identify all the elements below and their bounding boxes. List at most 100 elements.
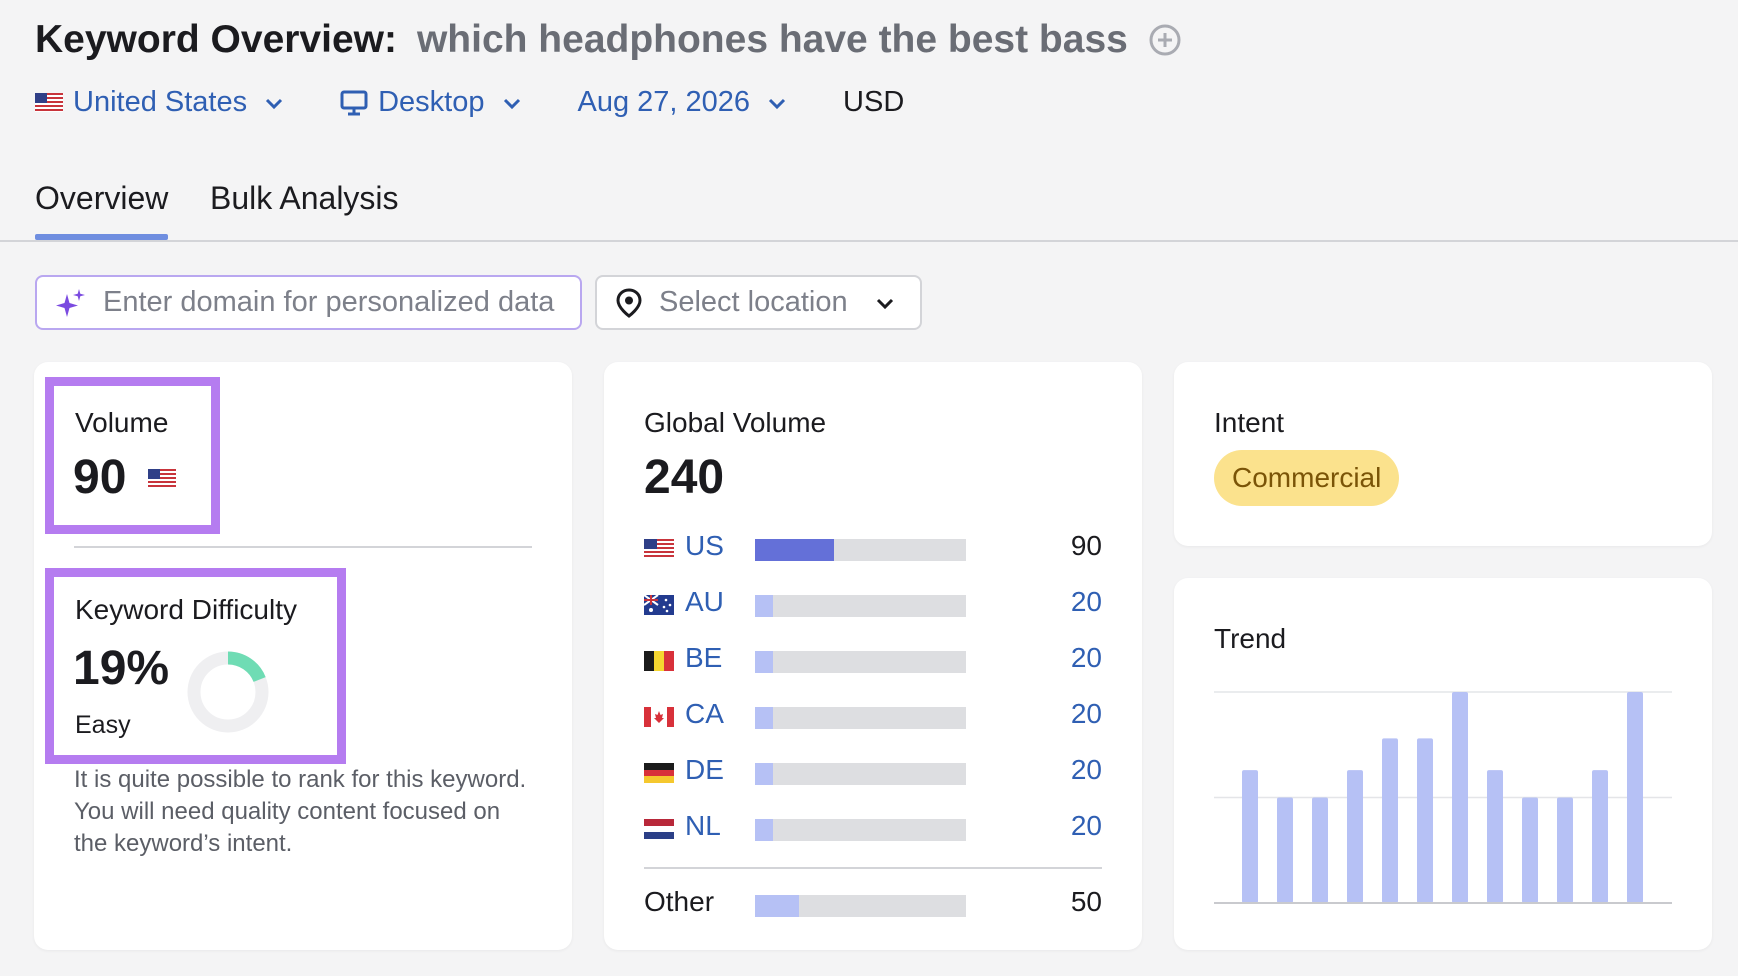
volume-bar (755, 595, 966, 617)
be-flag-icon (644, 651, 674, 671)
device-label: Desktop (378, 86, 485, 118)
trend-label: Trend (1214, 623, 1287, 654)
trend-bar[interactable] (1417, 738, 1433, 903)
chevron-down-icon (266, 98, 283, 109)
rows-divider (644, 867, 1102, 869)
country-code[interactable]: US (685, 530, 724, 562)
nl-flag-icon (644, 819, 674, 839)
date-dropdown[interactable]: Aug 27, 2026 (578, 86, 789, 119)
country-dropdown[interactable]: United States (35, 86, 285, 119)
other-label: Other (644, 886, 715, 917)
volume-bar-fill (755, 763, 773, 785)
other-volume: 50 (1070, 886, 1102, 917)
country-row-be: BE 20 (644, 642, 1102, 698)
volume-bar-fill (755, 707, 773, 729)
desktop-icon (340, 90, 368, 115)
volume-bar (755, 707, 966, 729)
chevron-down-icon (768, 98, 786, 109)
country-code[interactable]: CA (685, 698, 724, 730)
page-title: Keyword Overview: which headphones have … (35, 18, 1182, 62)
trend-bar[interactable] (1277, 797, 1293, 904)
other-volume-row: Other 50 (644, 886, 1102, 922)
volume-bar (755, 895, 966, 917)
country-row-au: AU 20 (644, 586, 1102, 642)
currency-label: USD (843, 86, 904, 119)
volume-value: 90 (73, 451, 127, 504)
country-code[interactable]: DE (685, 754, 724, 786)
tab-bar: Overview Bulk Analysis (0, 158, 1738, 242)
kd-label: Keyword Difficulty (75, 594, 298, 625)
trend-bar[interactable] (1347, 770, 1363, 903)
intent-label: Intent (1214, 407, 1285, 438)
tab-bulk-analysis[interactable]: Bulk Analysis (210, 180, 399, 217)
country-volume-link[interactable]: 20 (1071, 810, 1102, 842)
country-label: United States (73, 86, 248, 118)
global-volume-label: Global Volume (644, 407, 827, 438)
trend-bar[interactable] (1382, 738, 1398, 903)
volume-bar-fill (755, 595, 773, 617)
ca-flag-icon (644, 707, 674, 727)
volume-bar (755, 651, 966, 673)
country-row-ca: CA 20 (644, 698, 1102, 754)
trend-bar[interactable] (1557, 797, 1573, 904)
volume-bar-fill (755, 651, 773, 673)
intent-badge: Commercial (1214, 450, 1400, 506)
location-select[interactable]: Select location (595, 275, 922, 330)
country-volume-link[interactable]: 20 (1071, 698, 1102, 730)
country-code[interactable]: BE (685, 642, 722, 674)
location-pin-icon (613, 287, 645, 319)
country-volume-link[interactable]: 20 (1071, 586, 1102, 618)
global-volume-value: 240 (644, 451, 725, 504)
device-dropdown[interactable]: Desktop (340, 86, 522, 119)
volume-bar-fill (755, 539, 834, 561)
country-row-nl: NL 20 (644, 810, 1102, 866)
location-placeholder: Select location (659, 286, 848, 318)
trend-bar[interactable] (1627, 692, 1643, 903)
country-volume: 90 (1070, 530, 1102, 561)
filter-bar: United States Desktop Aug 27, 2026 USD (35, 86, 904, 119)
country-row-de: DE 20 (644, 754, 1102, 810)
trend-bar[interactable] (1312, 797, 1328, 904)
country-volume-link[interactable]: 20 (1071, 754, 1102, 786)
au-flag-icon (644, 595, 674, 615)
trend-bar[interactable] (1592, 770, 1608, 903)
country-code[interactable]: AU (685, 586, 724, 618)
currency-text: USD (843, 86, 905, 118)
volume-bar (755, 763, 966, 785)
chevron-down-icon (503, 98, 520, 109)
volume-bar-fill (755, 895, 799, 917)
volume-bar-fill (755, 819, 773, 841)
trend-bar[interactable] (1452, 692, 1468, 903)
volume-label: Volume (75, 407, 169, 438)
country-code[interactable]: NL (685, 810, 721, 842)
tab-overview[interactable]: Overview (35, 180, 169, 240)
page-title-label: Keyword Overview: (35, 18, 397, 61)
domain-input[interactable] (103, 286, 573, 319)
kd-level: Easy (75, 711, 131, 739)
us-flag-icon (148, 469, 176, 488)
trend-bar-chart (1214, 691, 1672, 904)
sparkle-icon (53, 286, 87, 320)
plus-circle-icon[interactable] (1148, 23, 1182, 57)
de-flag-icon (644, 763, 674, 783)
kd-donut-chart (187, 651, 269, 733)
country-volume-list: US 90 AU 20 BE 20 CA 20 DE 20 NL 20 (644, 530, 1102, 866)
trend-bar[interactable] (1242, 770, 1258, 903)
volume-highlight (45, 377, 220, 534)
trend-bar[interactable] (1487, 770, 1503, 903)
country-row-us: US 90 (644, 530, 1102, 586)
volume-bar (755, 819, 966, 841)
date-label: Aug 27, 2026 (577, 86, 751, 118)
domain-input-wrapper[interactable] (35, 275, 582, 330)
kd-donut-arc (227, 651, 266, 683)
chevron-down-icon (874, 292, 896, 314)
keyword-text: which headphones have the best bass (416, 18, 1128, 61)
us-flag-icon (644, 539, 674, 559)
volume-bar (755, 539, 966, 561)
us-flag-icon (35, 93, 63, 112)
kd-description: It is quite possible to rank for this ke… (74, 766, 527, 857)
card-divider (74, 546, 532, 548)
country-volume-link[interactable]: 20 (1071, 642, 1102, 674)
kd-value: 19% (73, 642, 170, 695)
trend-bar[interactable] (1522, 797, 1538, 904)
